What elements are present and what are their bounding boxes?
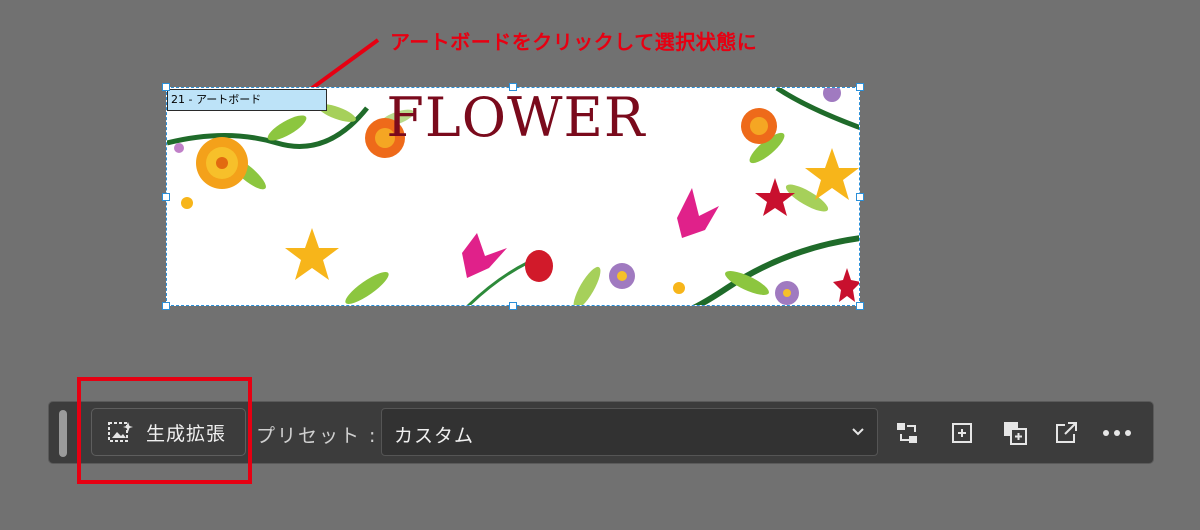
- handle-bottom-middle[interactable]: [509, 302, 517, 310]
- drag-grip[interactable]: [59, 410, 67, 457]
- handle-top-left[interactable]: [162, 83, 170, 91]
- handle-top-middle[interactable]: [509, 83, 517, 91]
- more-icon[interactable]: [1101, 420, 1133, 446]
- generative-expand-button[interactable]: 生成拡張: [91, 408, 246, 456]
- external-link-icon[interactable]: [1053, 420, 1079, 446]
- preset-label: プリセット :: [256, 425, 378, 447]
- generative-expand-icon: [108, 422, 133, 442]
- handle-middle-left[interactable]: [162, 193, 170, 201]
- handle-bottom-left[interactable]: [162, 302, 170, 310]
- annotation-text: アートボードをクリックして選択状態に: [390, 30, 758, 54]
- handle-top-right[interactable]: [856, 83, 864, 91]
- preset-dropdown[interactable]: カスタム: [381, 408, 878, 456]
- add-square-icon[interactable]: [949, 420, 975, 446]
- handle-middle-right[interactable]: [856, 193, 864, 201]
- handle-bottom-right[interactable]: [856, 302, 864, 310]
- artboard-title: FLOWER: [386, 86, 646, 149]
- contextual-taskbar: 生成拡張 プリセット : カスタム: [48, 401, 1154, 464]
- generative-expand-label: 生成拡張: [146, 422, 227, 445]
- preset-value: カスタム: [394, 425, 475, 447]
- chevron-down-icon: [852, 428, 864, 436]
- swap-icon[interactable]: [895, 420, 921, 446]
- duplicate-icon[interactable]: [1002, 420, 1028, 446]
- artboard-label[interactable]: 21 - アートボード: [167, 89, 327, 111]
